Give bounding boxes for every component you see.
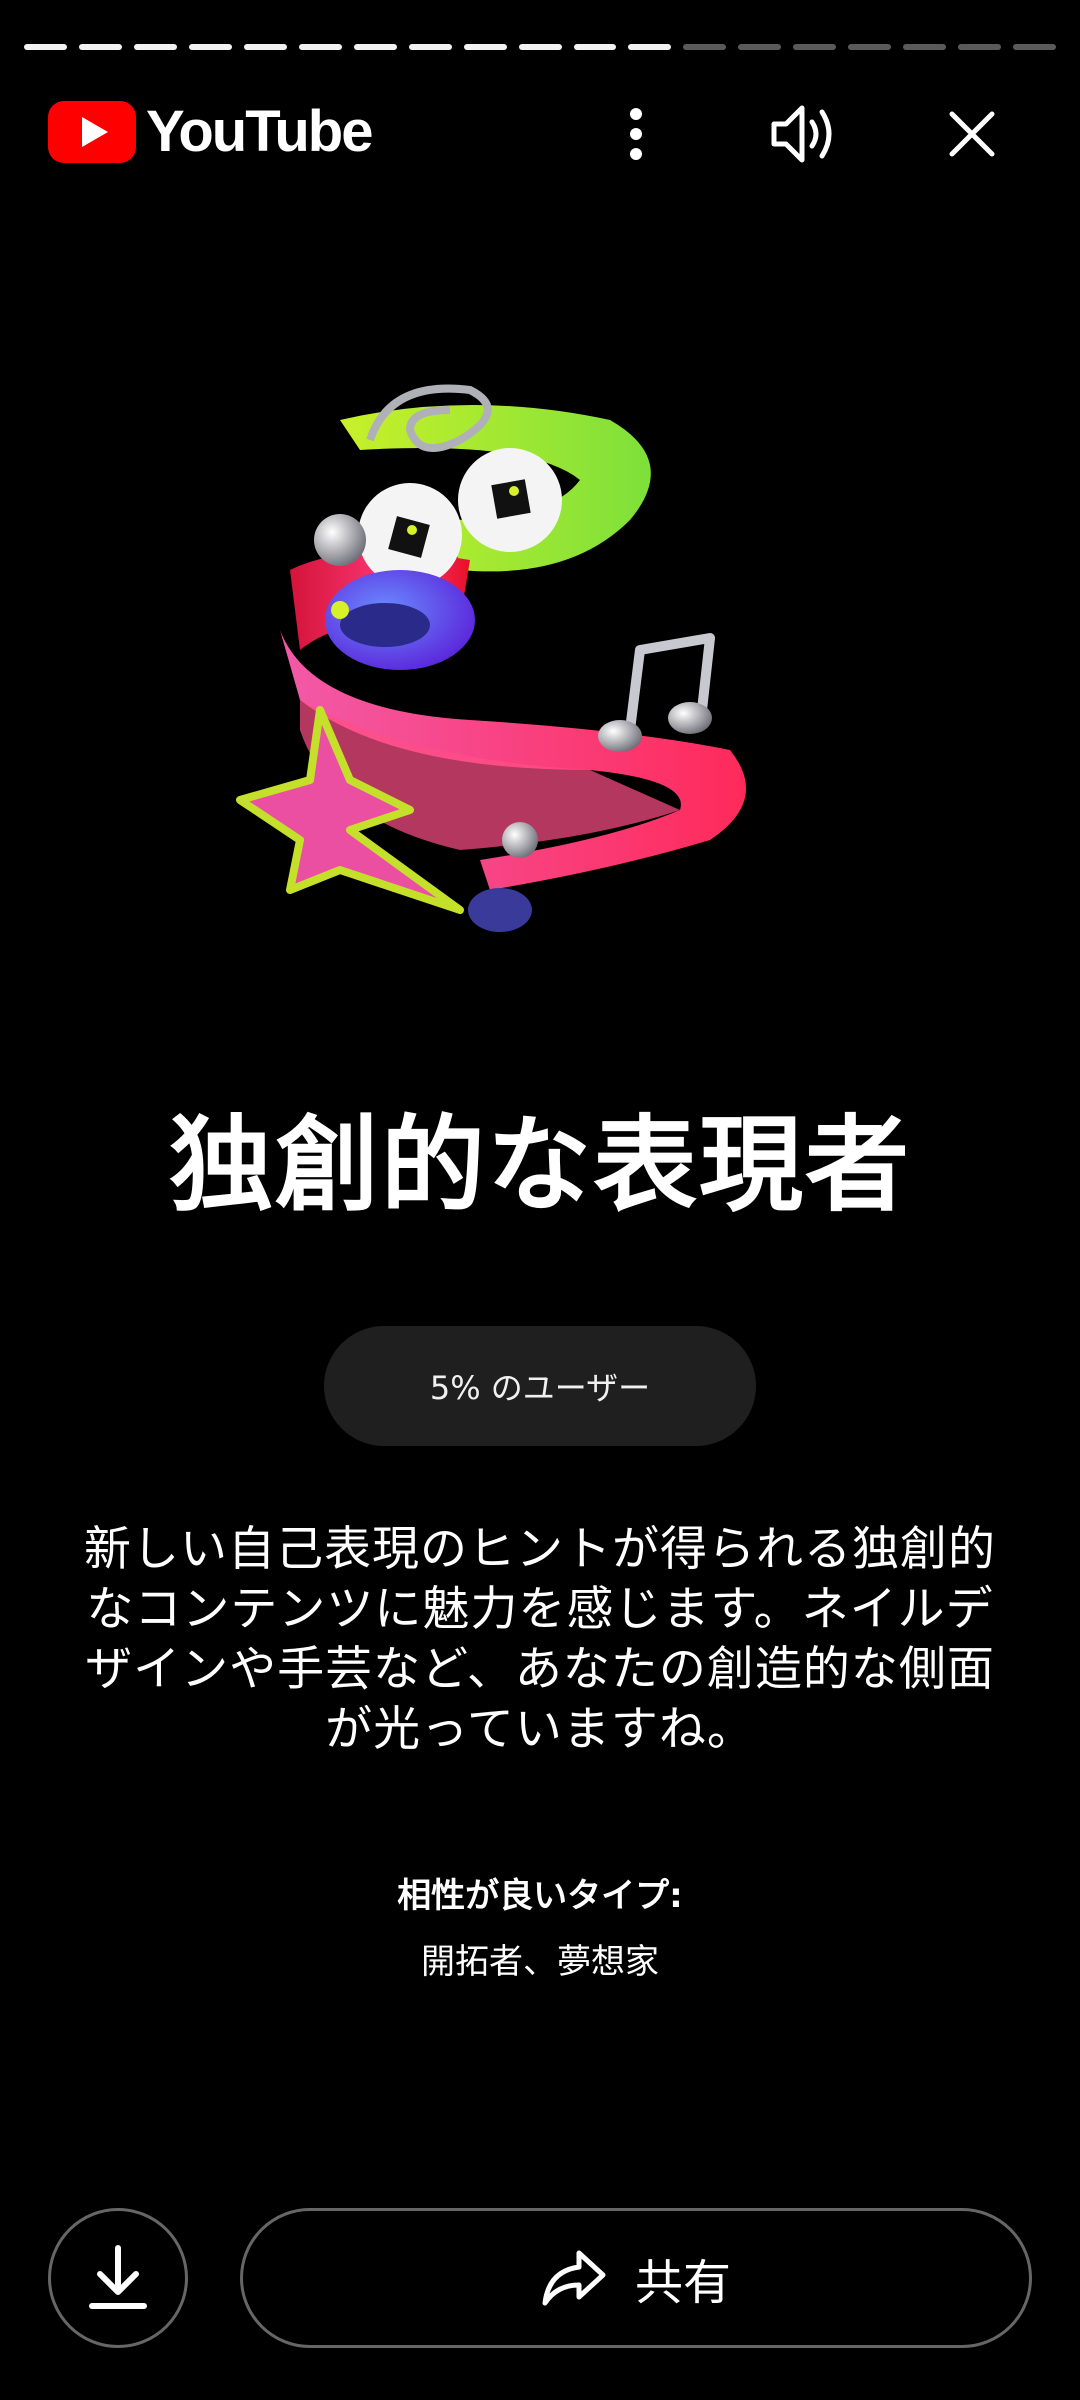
progress-segment <box>573 44 617 50</box>
close-icon <box>949 111 995 157</box>
progress-segment <box>188 44 232 50</box>
progress-segment <box>78 44 122 50</box>
compatible-types-label: 相性が良いタイプ: <box>397 1876 683 1916</box>
progress-segment <box>463 44 507 50</box>
progress-segment <box>353 44 397 50</box>
volume-button[interactable] <box>762 92 846 176</box>
progress-segment <box>683 44 727 50</box>
progress-segment <box>133 44 177 50</box>
share-label: 共有 <box>634 2255 731 2311</box>
progress-segment <box>24 44 67 50</box>
progress-segment <box>518 44 562 50</box>
more-vert-icon <box>630 108 642 160</box>
creative-expressor-illustration <box>236 384 746 932</box>
progress-segment <box>903 44 947 50</box>
progress-segment <box>243 44 287 50</box>
progress-segment <box>793 44 837 50</box>
progress-segment <box>738 44 782 50</box>
share-button[interactable]: 共有 <box>240 2208 1032 2348</box>
progress-segment <box>958 44 1002 50</box>
progress-segment <box>628 44 672 50</box>
download-button[interactable] <box>48 2208 188 2348</box>
youtube-wordmark: YouTube <box>146 99 373 164</box>
personality-title: 独創的な表現者 <box>168 1104 911 1226</box>
progress-segment <box>408 44 452 50</box>
close-button[interactable] <box>930 92 1014 176</box>
progress-segment <box>848 44 892 50</box>
volume-icon <box>771 105 832 163</box>
progress-segment <box>1013 44 1057 50</box>
story-progress-bar <box>24 44 1057 50</box>
download-icon <box>89 2245 147 2309</box>
more-options-button[interactable] <box>594 92 678 176</box>
progress-segment <box>298 44 342 50</box>
percent-users-badge: 5% のユーザー <box>324 1326 756 1446</box>
youtube-logo: YouTube <box>48 99 373 164</box>
youtube-play-icon <box>48 101 136 163</box>
personality-description: 新しい自己表現のヒントが得られる独創的なコンテンツに魅力を感じます。ネイルデザイ… <box>84 1522 996 1757</box>
compatible-types-value: 開拓者、夢想家 <box>421 1942 659 1982</box>
share-arrow-icon <box>542 2250 606 2306</box>
